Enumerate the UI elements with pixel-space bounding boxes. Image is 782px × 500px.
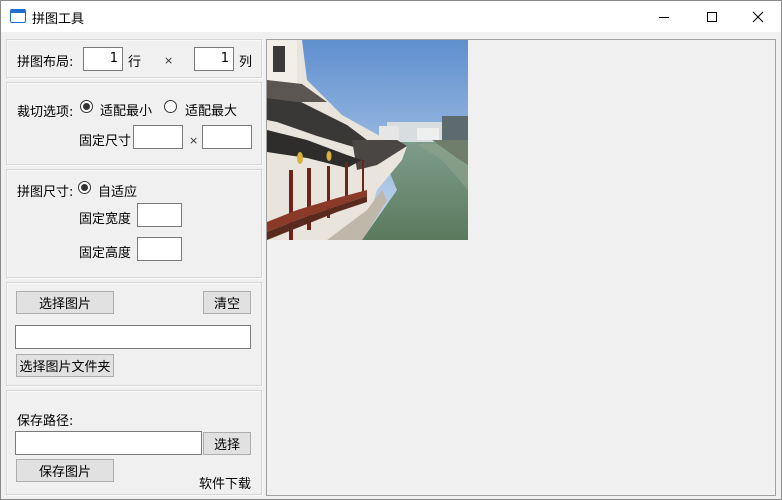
layout-panel: 拼图布局: 1 行 × 1 列 (6, 39, 263, 79)
software-download-link[interactable]: 软件下载 (199, 473, 251, 492)
minimize-icon (659, 16, 669, 18)
images-panel: 选择图片 清空 选择图片文件夹 (6, 282, 263, 387)
rows-unit-label: 行 (128, 55, 142, 70)
size-label: 拼图尺寸: (17, 185, 74, 200)
app-window-icon (10, 9, 26, 23)
browse-save-path-button[interactable]: 选择 (203, 432, 251, 455)
clear-button[interactable]: 清空 (203, 291, 251, 314)
crop-min-radio[interactable] (80, 100, 93, 113)
save-image-button[interactable]: 保存图片 (16, 459, 114, 482)
fixed-width-input[interactable] (137, 203, 182, 227)
preview-area (266, 39, 776, 496)
crop-max-label[interactable]: 适配最大 (185, 100, 237, 119)
select-folder-button[interactable]: 选择图片文件夹 (16, 354, 114, 377)
close-button[interactable] (735, 1, 781, 32)
cols-unit-label: 列 (239, 55, 253, 70)
fixed-height-input[interactable] (137, 237, 182, 261)
crop-height-input[interactable] (202, 125, 252, 149)
preview-image (267, 40, 468, 240)
crop-max-radio[interactable] (164, 100, 177, 113)
crop-label: 裁切选项: (17, 105, 74, 120)
size-auto-radio[interactable] (78, 181, 91, 194)
close-icon (752, 11, 764, 22)
fixed-width-label: 固定宽度 (79, 212, 132, 227)
maximize-icon (707, 11, 717, 22)
app-window: 拼图工具 拼图布局: 1 行 × 1 列 裁切选项: 适配最小 适配最大 固定尺… (0, 0, 782, 500)
rows-input[interactable]: 1 (83, 47, 123, 71)
window-title: 拼图工具 (32, 12, 85, 27)
image-path-input[interactable] (15, 325, 251, 349)
fixed-size-label: 固定尺寸 (79, 134, 132, 149)
select-images-button[interactable]: 选择图片 (16, 291, 114, 314)
layout-label: 拼图布局: (17, 55, 74, 70)
cols-input[interactable]: 1 (194, 47, 234, 71)
crop-width-input[interactable] (133, 125, 183, 149)
crop-panel: 裁切选项: 适配最小 适配最大 固定尺寸 × (6, 82, 263, 166)
crop-times-sign: × (189, 134, 199, 147)
maximize-button[interactable] (689, 1, 735, 32)
title-bar: 拼图工具 (1, 1, 781, 32)
save-path-input[interactable] (15, 431, 202, 455)
save-path-label: 保存路径: (17, 414, 74, 429)
fixed-height-label: 固定高度 (79, 246, 132, 261)
size-auto-label[interactable]: 自适应 (98, 181, 137, 200)
minimize-button[interactable] (641, 1, 687, 32)
size-panel: 拼图尺寸: 自适应 固定宽度 固定高度 (6, 169, 263, 279)
save-panel: 保存路径: 选择 保存图片 软件下载 (6, 390, 263, 496)
layout-times-sign: × (164, 54, 174, 67)
crop-min-label[interactable]: 适配最小 (100, 100, 152, 119)
